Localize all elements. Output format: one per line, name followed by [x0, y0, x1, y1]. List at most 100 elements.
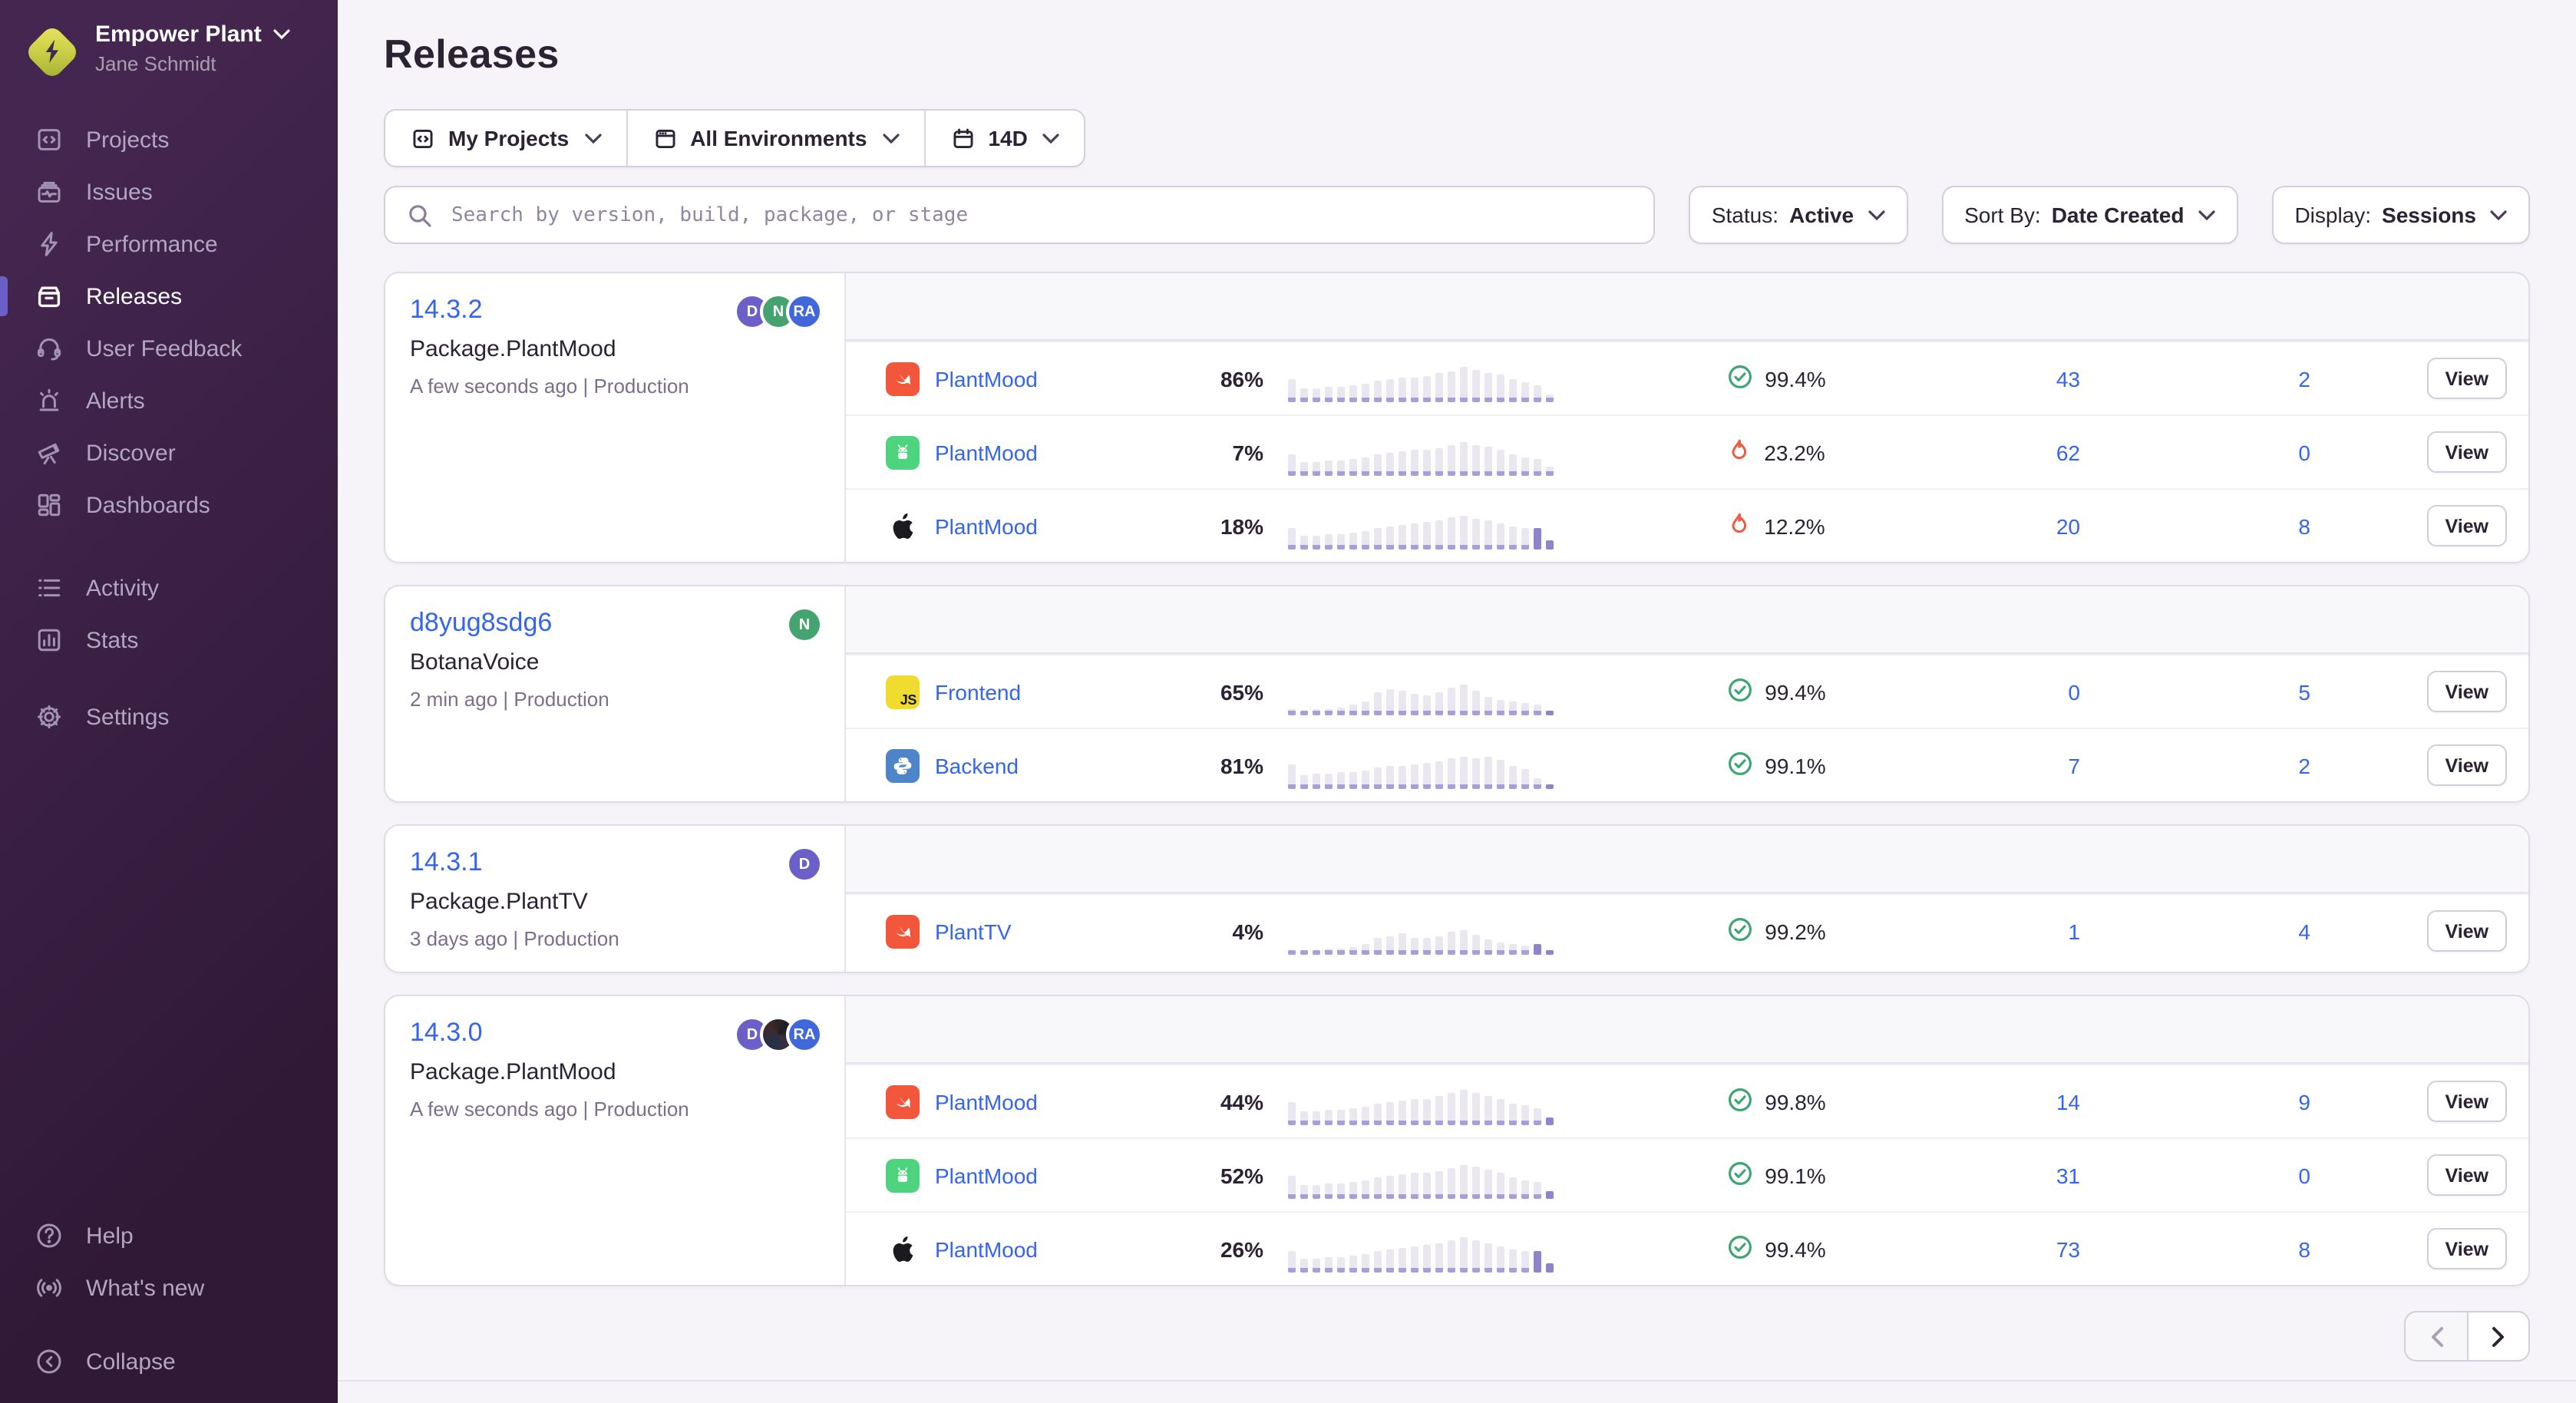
environment-filter-button[interactable]: All Environments [627, 111, 925, 166]
status-label: Status: [1712, 203, 1778, 227]
spark-bar [1399, 1174, 1406, 1198]
sort-by-value: Date Created [2052, 203, 2185, 227]
spark-bar [1374, 454, 1382, 475]
avatar: N [786, 606, 823, 643]
org-switcher[interactable]: Empower Plant Jane Schmidt [0, 0, 338, 95]
spark-bar [1362, 530, 1369, 549]
sidebar-item-label: Issues [86, 179, 153, 205]
sidebar-item-user-feedback[interactable]: User Feedback [0, 322, 338, 375]
view-release-button[interactable]: View [2426, 358, 2507, 399]
adoption-value: 26% [1168, 1236, 1263, 1261]
crashes-link[interactable]: 43 [2056, 366, 2080, 391]
release-version-link[interactable]: 14.3.1 [410, 847, 483, 876]
view-release-button[interactable]: View [2426, 1154, 2507, 1196]
crash-free-ok-icon [1726, 1160, 1752, 1186]
sidebar-collapse-button[interactable]: Collapse [0, 1335, 338, 1388]
spark-bar [1399, 1247, 1406, 1272]
sidebar-item-stats[interactable]: Stats [0, 614, 338, 666]
adoption-value: 7% [1168, 440, 1263, 464]
crashes-link[interactable]: 73 [2056, 1236, 2080, 1261]
view-release-button[interactable]: View [2426, 744, 2507, 786]
new-issues-link[interactable]: 4 [2298, 919, 2310, 943]
chevron-down-icon [2198, 210, 2214, 220]
adoption-sparkline [1288, 1078, 1570, 1124]
search-input[interactable] [448, 202, 1632, 228]
crashes-link[interactable]: 0 [2068, 679, 2080, 704]
spark-bar [1386, 936, 1394, 954]
chevron-down-icon [584, 133, 601, 144]
view-release-button[interactable]: View [2426, 671, 2507, 712]
view-release-button[interactable]: View [2426, 431, 2507, 473]
discover-icon [34, 437, 64, 468]
new-issues-link[interactable]: 5 [2298, 679, 2310, 704]
project-link[interactable]: PlantTV [935, 919, 1012, 943]
project-link[interactable]: Backend [935, 753, 1019, 777]
crashes-link[interactable]: 31 [2056, 1163, 2080, 1187]
sidebar-item-activity[interactable]: Activity [0, 562, 338, 614]
project-link[interactable]: PlantMood [935, 440, 1038, 464]
new-issues-link[interactable]: 9 [2298, 1089, 2310, 1114]
crash-free-rate-value: 99.4% [1765, 679, 1825, 704]
view-release-button[interactable]: View [2426, 910, 2507, 952]
release-version-link[interactable]: 14.3.0 [410, 1018, 483, 1047]
view-release-button[interactable]: View [2426, 1081, 2507, 1122]
display-dropdown[interactable]: Display: Sessions [2271, 186, 2530, 244]
new-issues-link[interactable]: 0 [2298, 1163, 2310, 1187]
project-row: PlantMood 86% 99.4% 43 2 View [846, 341, 2528, 414]
crashes-link[interactable]: 1 [2068, 919, 2080, 943]
spark-bar [1300, 774, 1308, 788]
next-page-button[interactable] [2467, 1311, 2530, 1362]
sidebar-item-dashboards[interactable]: Dashboards [0, 479, 338, 531]
new-issues-link[interactable]: 8 [2298, 1236, 2310, 1261]
view-release-button[interactable]: View [2426, 505, 2507, 546]
spark-bar [1386, 452, 1394, 475]
sidebar-item-alerts[interactable]: Alerts [0, 375, 338, 427]
project-link[interactable]: PlantMood [935, 1163, 1038, 1187]
release-version-link[interactable]: 14.3.2 [410, 295, 483, 324]
crashes-link[interactable]: 20 [2056, 513, 2080, 538]
spark-bar [1362, 701, 1369, 715]
crashes-link[interactable]: 62 [2056, 440, 2080, 464]
crashes-link[interactable]: 14 [2056, 1089, 2080, 1114]
date-range-filter-button[interactable]: 14D [925, 111, 1084, 166]
sort-by-dropdown[interactable]: Sort By: Date Created [1941, 186, 2237, 244]
release-package: Package.PlantTV [410, 889, 820, 915]
new-issues-link[interactable]: 0 [2298, 440, 2310, 464]
sidebar-item-whats-new[interactable]: What's new [0, 1262, 338, 1314]
sidebar-item-releases[interactable]: Releases [0, 270, 338, 322]
help-icon [34, 1220, 64, 1251]
adoption-sparkline [1288, 668, 1570, 715]
chevron-right-icon [2492, 1325, 2505, 1347]
view-release-button[interactable]: View [2426, 1228, 2507, 1269]
spark-bar [1435, 447, 1443, 475]
status-dropdown[interactable]: Status: Active [1689, 186, 1907, 244]
spark-bar [1509, 378, 1517, 401]
sidebar-item-issues[interactable]: Issues [0, 166, 338, 218]
avatar-group: DRA [734, 1016, 823, 1053]
search-box[interactable] [384, 186, 1655, 244]
sidebar-item-settings[interactable]: Settings [0, 691, 338, 743]
project-filter-button[interactable]: My Projects [385, 111, 627, 166]
sidebar-item-help[interactable]: Help [0, 1210, 338, 1262]
spark-bar [1448, 517, 1455, 549]
project-link[interactable]: PlantMood [935, 1089, 1038, 1114]
spark-bar [1472, 1240, 1480, 1272]
previous-page-button[interactable] [2404, 1311, 2467, 1362]
spark-bar [1472, 369, 1480, 401]
spark-bar [1546, 710, 1554, 715]
project-link[interactable]: PlantMood [935, 366, 1038, 391]
new-issues-link[interactable]: 2 [2298, 753, 2310, 777]
sidebar-item-projects[interactable]: Projects [0, 114, 338, 166]
release-version-link[interactable]: d8yug8sdg6 [410, 608, 552, 637]
crashes-link[interactable]: 7 [2068, 753, 2080, 777]
new-issues-link[interactable]: 2 [2298, 366, 2310, 391]
sidebar-item-discover[interactable]: Discover [0, 427, 338, 479]
spark-bar [1300, 388, 1308, 401]
project-link[interactable]: PlantMood [935, 513, 1038, 538]
spark-bar [1534, 1181, 1541, 1198]
spark-bar [1300, 949, 1308, 954]
sidebar-item-performance[interactable]: Performance [0, 218, 338, 270]
project-link[interactable]: Frontend [935, 679, 1021, 704]
project-link[interactable]: PlantMood [935, 1236, 1038, 1261]
new-issues-link[interactable]: 8 [2298, 513, 2310, 538]
